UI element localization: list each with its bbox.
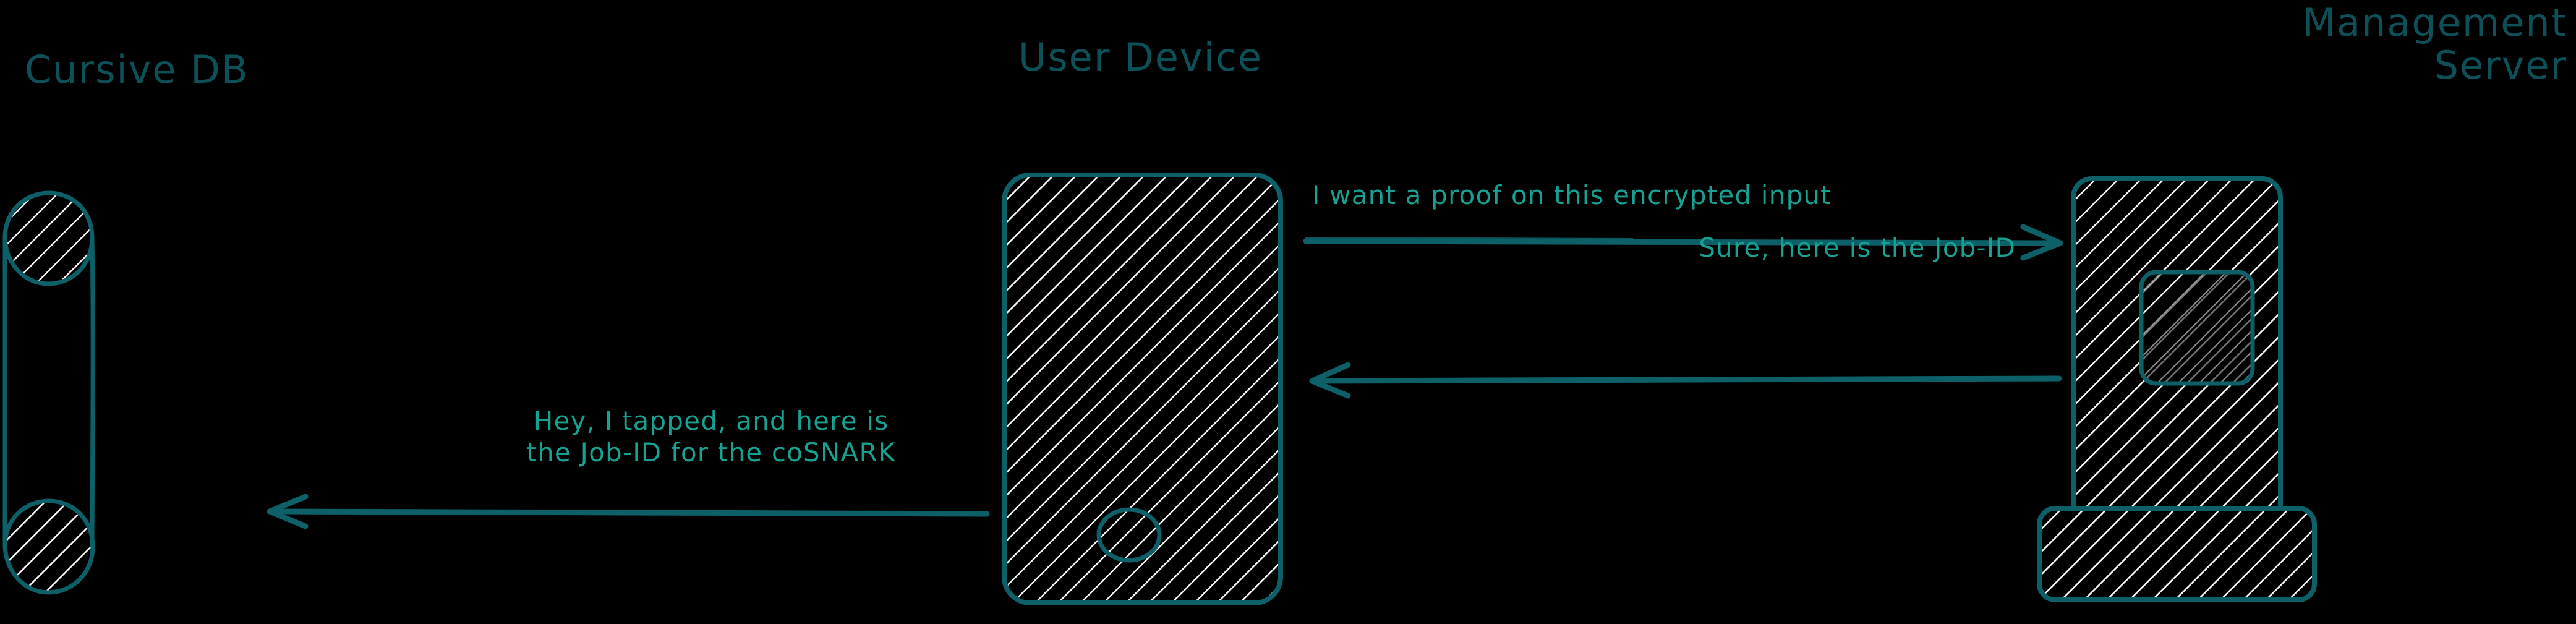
diagram-canvas: Cursive DB User Device Management Server… [0,0,2576,624]
arrow-job-id-response-shaft [1311,375,2062,384]
server-screen-fill [2141,272,2253,383]
arrow-db-write-shaft [269,508,990,517]
arrow-request-proof-shaft-sketch [1305,237,1634,241]
phone-body-fill [1004,175,1281,603]
diagram-vector-layer [2,173,2317,605]
arrow-job-id-response [1309,362,2062,399]
node-title-user-device: User Device [1018,35,1263,80]
node-title-cursive-db: Cursive DB [25,47,249,92]
cursive-db-shape [2,190,95,595]
server-base-fill [2039,508,2314,600]
db-cylinder-right-wall [90,235,95,548]
db-cylinder-left-wall [2,234,7,547]
arrow-db-write [267,494,990,529]
node-title-management-server: Management Server [2302,0,2567,88]
user-device-shape [1002,173,1283,605]
message-label-request-proof: I want a proof on this encrypted input [1312,180,1832,210]
message-label-db-write: Hey, I tapped, and here is the Job-ID fo… [526,406,896,468]
management-server-shape [2037,176,2317,602]
message-label-job-id-response: Sure, here is the Job-ID [1699,233,2016,263]
